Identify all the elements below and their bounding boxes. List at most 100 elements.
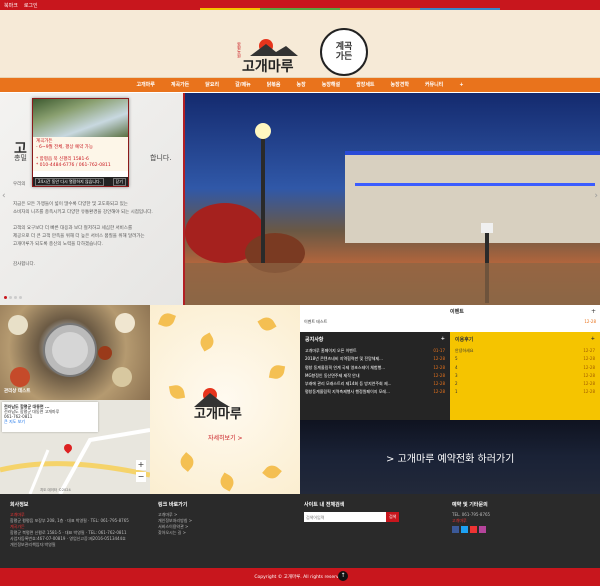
list-item[interactable]: 3 12-28 xyxy=(450,372,600,380)
leaf-decoration xyxy=(158,311,176,329)
slider-prev-icon[interactable]: ‹ xyxy=(2,191,6,201)
list-item-date: 12-28 xyxy=(583,381,595,387)
zoom-out-button[interactable]: − xyxy=(136,472,146,482)
list-item[interactable]: 부래에 관리 모래스트리 제14회 등 방지연주회 제... 12-28 xyxy=(300,380,450,388)
list-item[interactable]: 평창동계올림픽 지역축제행사 행정원페이지 모레... 12-28 xyxy=(300,388,450,396)
food-photo[interactable] xyxy=(0,305,150,400)
list-item[interactable]: 1 12-28 xyxy=(450,388,600,396)
list-item-title: 평창동계올림픽 지역축제행사 행정원페이지 모레... xyxy=(305,389,390,395)
review-more-button[interactable]: + xyxy=(591,336,595,343)
footer-link[interactable]: 찾아오시는 길 > xyxy=(158,530,192,536)
nav-item-8[interactable]: 쌈장세트 xyxy=(348,78,382,92)
list-item-date: 12-28 xyxy=(583,356,595,362)
nav-item-2[interactable]: 계곡가든 xyxy=(163,78,197,92)
location-map[interactable]: 전라남도 함평군 대동면 ... 전라남도 함평군 대동면 고개마루 061-7… xyxy=(0,400,150,494)
event-box: 이벤트 + 이벤트 테스트 12-28 xyxy=(300,305,600,330)
nav-item-9[interactable]: 농장견학 xyxy=(383,78,417,92)
favorite-link[interactable]: 북마크 xyxy=(4,2,18,9)
slider-next-icon[interactable]: › xyxy=(594,191,598,201)
nav-item-6[interactable]: 농장 xyxy=(289,78,314,92)
zoom-in-button[interactable]: + xyxy=(136,460,146,470)
nav-item-3[interactable]: 닭요리 xyxy=(197,78,227,92)
notice-header: 공지사항 + xyxy=(300,332,450,347)
list-item[interactable]: MG향정인 동산면주제 제작 안내 12-28 xyxy=(300,372,450,380)
footer-search-button[interactable]: 검색 xyxy=(386,512,400,522)
list-item-title: 5 xyxy=(455,356,458,362)
food-illustration xyxy=(8,313,135,387)
list-item[interactable]: 5 12-28 xyxy=(450,355,600,363)
list-item-title: MG향정인 동산면주제 제작 안내 xyxy=(305,372,360,378)
nav-more-button[interactable]: + xyxy=(451,78,471,92)
event-more-button[interactable]: + xyxy=(591,308,596,315)
leaf-decoration xyxy=(262,462,282,482)
nav-item-4[interactable]: 갈/메뉴 xyxy=(227,78,259,92)
footer-links: 링크 바로가기 고개마루 > 개인정보처리방침 > 서비스이용약관 > 찾아오시… xyxy=(158,502,192,536)
hero-p1: 우리의 xyxy=(13,182,26,187)
slider-dot[interactable] xyxy=(14,296,17,299)
slider-dot[interactable] xyxy=(9,296,12,299)
slider-dot[interactable] xyxy=(19,296,22,299)
scroll-top-icon[interactable]: ↑ xyxy=(338,571,348,581)
food-label: 관리상 테스트 xyxy=(4,389,31,394)
list-item-date: 12-27 xyxy=(583,348,595,353)
list-item-date: 12-28 xyxy=(433,356,445,362)
list-item-date: 12-28 xyxy=(583,364,595,370)
facebook-icon[interactable] xyxy=(452,526,459,533)
popup-close-button[interactable]: 닫기 xyxy=(112,177,126,186)
footer-search-title: 사이트 내 전체검색 xyxy=(304,502,345,508)
review-title[interactable]: 이용후기 xyxy=(455,336,473,343)
brand-name: 고개마루 xyxy=(242,59,294,75)
autumn-more-link[interactable]: 자세히보기 > xyxy=(208,433,243,442)
list-item[interactable]: 2 12-28 xyxy=(450,380,600,388)
list-item-title: 부래에 관리 모래스트리 제14회 등 방지연주회 제... xyxy=(305,381,392,387)
map-large-link[interactable]: 큰 지도 보기 xyxy=(4,419,96,424)
notice-popup: 계곡가든 - 6~9월 전체, 평상 예약 가능 * 함평읍 북 신평리 158… xyxy=(32,98,129,187)
nav-item-1[interactable]: 고개마루 xyxy=(128,78,162,92)
notice-title[interactable]: 공지사항 xyxy=(305,336,323,343)
main-nav: 고개마루 계곡가든 닭요리 갈/메뉴 닭볶음 농장 농장해설 쌈장세트 농장견학… xyxy=(0,78,600,92)
reservation-banner[interactable]: > 고개마루 예약전화 하러가기 xyxy=(300,420,600,494)
list-item[interactable]: 4 12-28 xyxy=(450,364,600,372)
hero-subline: 총밀 xyxy=(14,154,27,162)
brand2-logo[interactable]: 계곡 가든 xyxy=(320,28,368,76)
list-item-date: 12-28 xyxy=(433,381,445,387)
event-item[interactable]: 이벤트 테스트 xyxy=(304,319,327,325)
twitter-icon[interactable] xyxy=(461,526,468,533)
list-item-date: 01-17 xyxy=(433,348,445,353)
blog-icon[interactable] xyxy=(470,526,477,533)
autumn-promo[interactable]: 고개마루 자세히보기 > xyxy=(150,305,300,494)
login-link[interactable]: 로그인 xyxy=(24,2,38,9)
hero-p2: 지금은 모든 가맹들이 넓이 많수록 다양한 및 고도화되고 있는 xyxy=(13,202,128,207)
list-item-title: 안녕하세요 xyxy=(455,348,474,353)
list-item[interactable]: 고개마루 홈페이지 오픈 이벤트 01-17 xyxy=(300,347,450,355)
hero-p6: 고개마루가 되도록 충신의 노력을 다하겠습니다. xyxy=(13,242,103,247)
instagram-icon[interactable] xyxy=(479,526,486,533)
slider-dot[interactable] xyxy=(4,296,7,299)
list-item-title: 2018년 콘텐츠네비 지역협력판 및 전망체제... xyxy=(305,356,383,362)
review-header: 이용후기 + xyxy=(450,332,600,347)
hero-p7: 감사합니다. xyxy=(13,262,36,267)
list-item[interactable]: 평창 동계올림픽 연계 국제 영초스테이 체험행... 12-28 xyxy=(300,364,450,372)
footer-company-detail: 개인정보관리책임자:박영필 xyxy=(10,542,56,547)
list-item[interactable]: 2018년 콘텐츠네비 지역협력판 및 전망체제... 12-28 xyxy=(300,355,450,363)
nav-item-10[interactable]: 커뮤니티 xyxy=(417,78,451,92)
footer-contact-name: 고개마루 xyxy=(452,518,467,523)
notice-more-button[interactable]: + xyxy=(441,336,445,343)
nav-item-5[interactable]: 닭볶음 xyxy=(259,78,289,92)
leaf-decoration xyxy=(177,452,197,472)
review-box: 이용후기 + 안녕하세요 12-27 5 12-28 4 12-28 3 12-28 2… xyxy=(450,332,600,420)
popup-no-show-button[interactable]: 24시간 동안 다시 열람하지 않습니다. xyxy=(35,177,104,186)
brand-logo[interactable]: 함평농원 고개마루 xyxy=(236,32,320,76)
event-title[interactable]: 이벤트 xyxy=(450,308,464,315)
list-item[interactable]: 안녕하세요 12-27 xyxy=(450,347,600,355)
footer-company-title: 회사정보 xyxy=(10,502,29,508)
popup-footer: 24시간 동안 다시 열람하지 않습니다. 닫기 xyxy=(33,177,128,186)
reservation-text: > 고개마루 예약전화 하러가기 xyxy=(386,453,515,465)
brand2-line2: 가든 xyxy=(335,52,353,62)
list-item-date: 12-28 xyxy=(433,364,445,370)
list-item-date: 12-28 xyxy=(433,372,445,378)
map-copyright: 지도 데이터 ©2024 xyxy=(40,488,71,492)
footer-search-input[interactable] xyxy=(304,512,386,522)
site-header: 함평농원 고개마루 계곡 가든 xyxy=(0,10,600,78)
nav-item-7[interactable]: 농장해설 xyxy=(314,78,348,92)
